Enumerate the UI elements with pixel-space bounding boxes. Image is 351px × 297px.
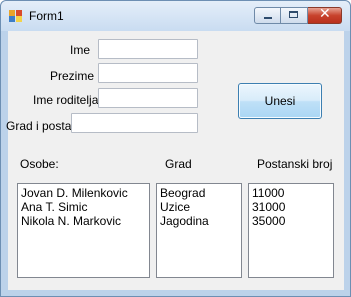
list-item[interactable]: Uzice [160,200,238,214]
minimize-icon [264,17,272,19]
list-item[interactable]: Ana T. Simic [21,200,146,214]
unesi-button[interactable]: Unesi [238,83,322,119]
list-item[interactable]: Beograd [160,186,238,200]
grad-postanski-field[interactable] [71,113,198,133]
form-client-area: Ime Prezime Ime roditelja Grad i postans… [6,31,344,290]
list-item[interactable]: 11000 [252,186,330,200]
prezime-field[interactable] [98,63,198,83]
app-icon [9,10,23,22]
close-icon: ✕ [319,6,331,22]
list-item[interactable]: Jagodina [160,214,238,228]
grad-listbox[interactable]: Beograd Uzice Jagodina [156,183,242,278]
list-item[interactable]: 35000 [252,214,330,228]
osobe-label: Osobe: [20,157,59,171]
title-bar[interactable]: Form1 ✕ [1,1,350,31]
minimize-button[interactable] [254,7,281,24]
list-item[interactable]: Nikola N. Markovic [21,214,146,228]
ime-roditelja-field[interactable] [98,88,198,108]
postanski-label: Postanski broj [257,157,333,171]
osobe-listbox[interactable]: Jovan D. Milenkovic Ana T. Simic Nikola … [17,183,150,278]
list-item[interactable]: Jovan D. Milenkovic [21,186,146,200]
maximize-button[interactable] [281,7,308,24]
window-title: Form1 [29,9,64,23]
maximize-icon [289,11,298,18]
main-window: Form1 ✕ Ime Prezime Ime roditelja Grad i… [0,0,351,297]
postanski-listbox[interactable]: 11000 31000 35000 [248,183,334,278]
ime-field[interactable] [98,39,198,59]
label-ime-roditelja: Ime roditelja [33,93,99,107]
label-prezime: Prezime [50,69,95,83]
grad-label: Grad [165,157,192,171]
close-button[interactable]: ✕ [308,6,342,24]
list-item[interactable]: 31000 [252,200,330,214]
label-ime: Ime [70,43,91,57]
